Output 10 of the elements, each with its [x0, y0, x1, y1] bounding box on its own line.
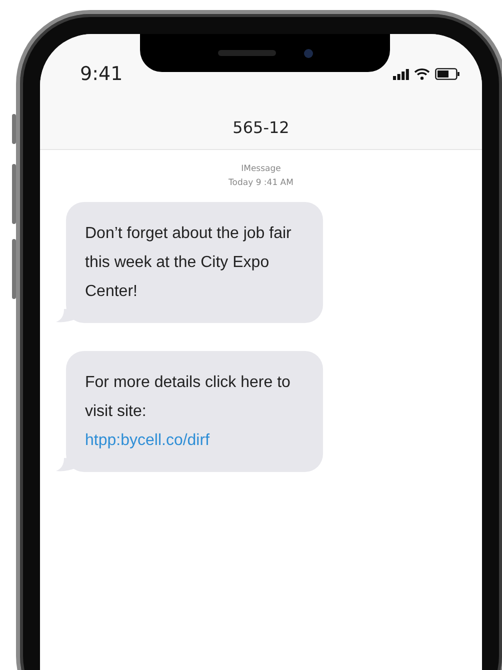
- signal-icon: [393, 68, 409, 80]
- battery-icon: [435, 68, 460, 80]
- status-time: 9:41: [80, 63, 123, 85]
- message-timestamp: Today 9 :41 AM: [228, 177, 294, 190]
- wifi-icon: [414, 68, 430, 80]
- contact-title: 565-12: [232, 118, 290, 137]
- message-text: Don’t forget about the job fair this week at the City Expo Center!: [85, 224, 292, 302]
- message-text: For more details click here to visit site:: [85, 373, 292, 422]
- service-label: IMessage: [241, 163, 281, 176]
- message-link[interactable]: htpp:bycell.co/dirf: [85, 426, 210, 455]
